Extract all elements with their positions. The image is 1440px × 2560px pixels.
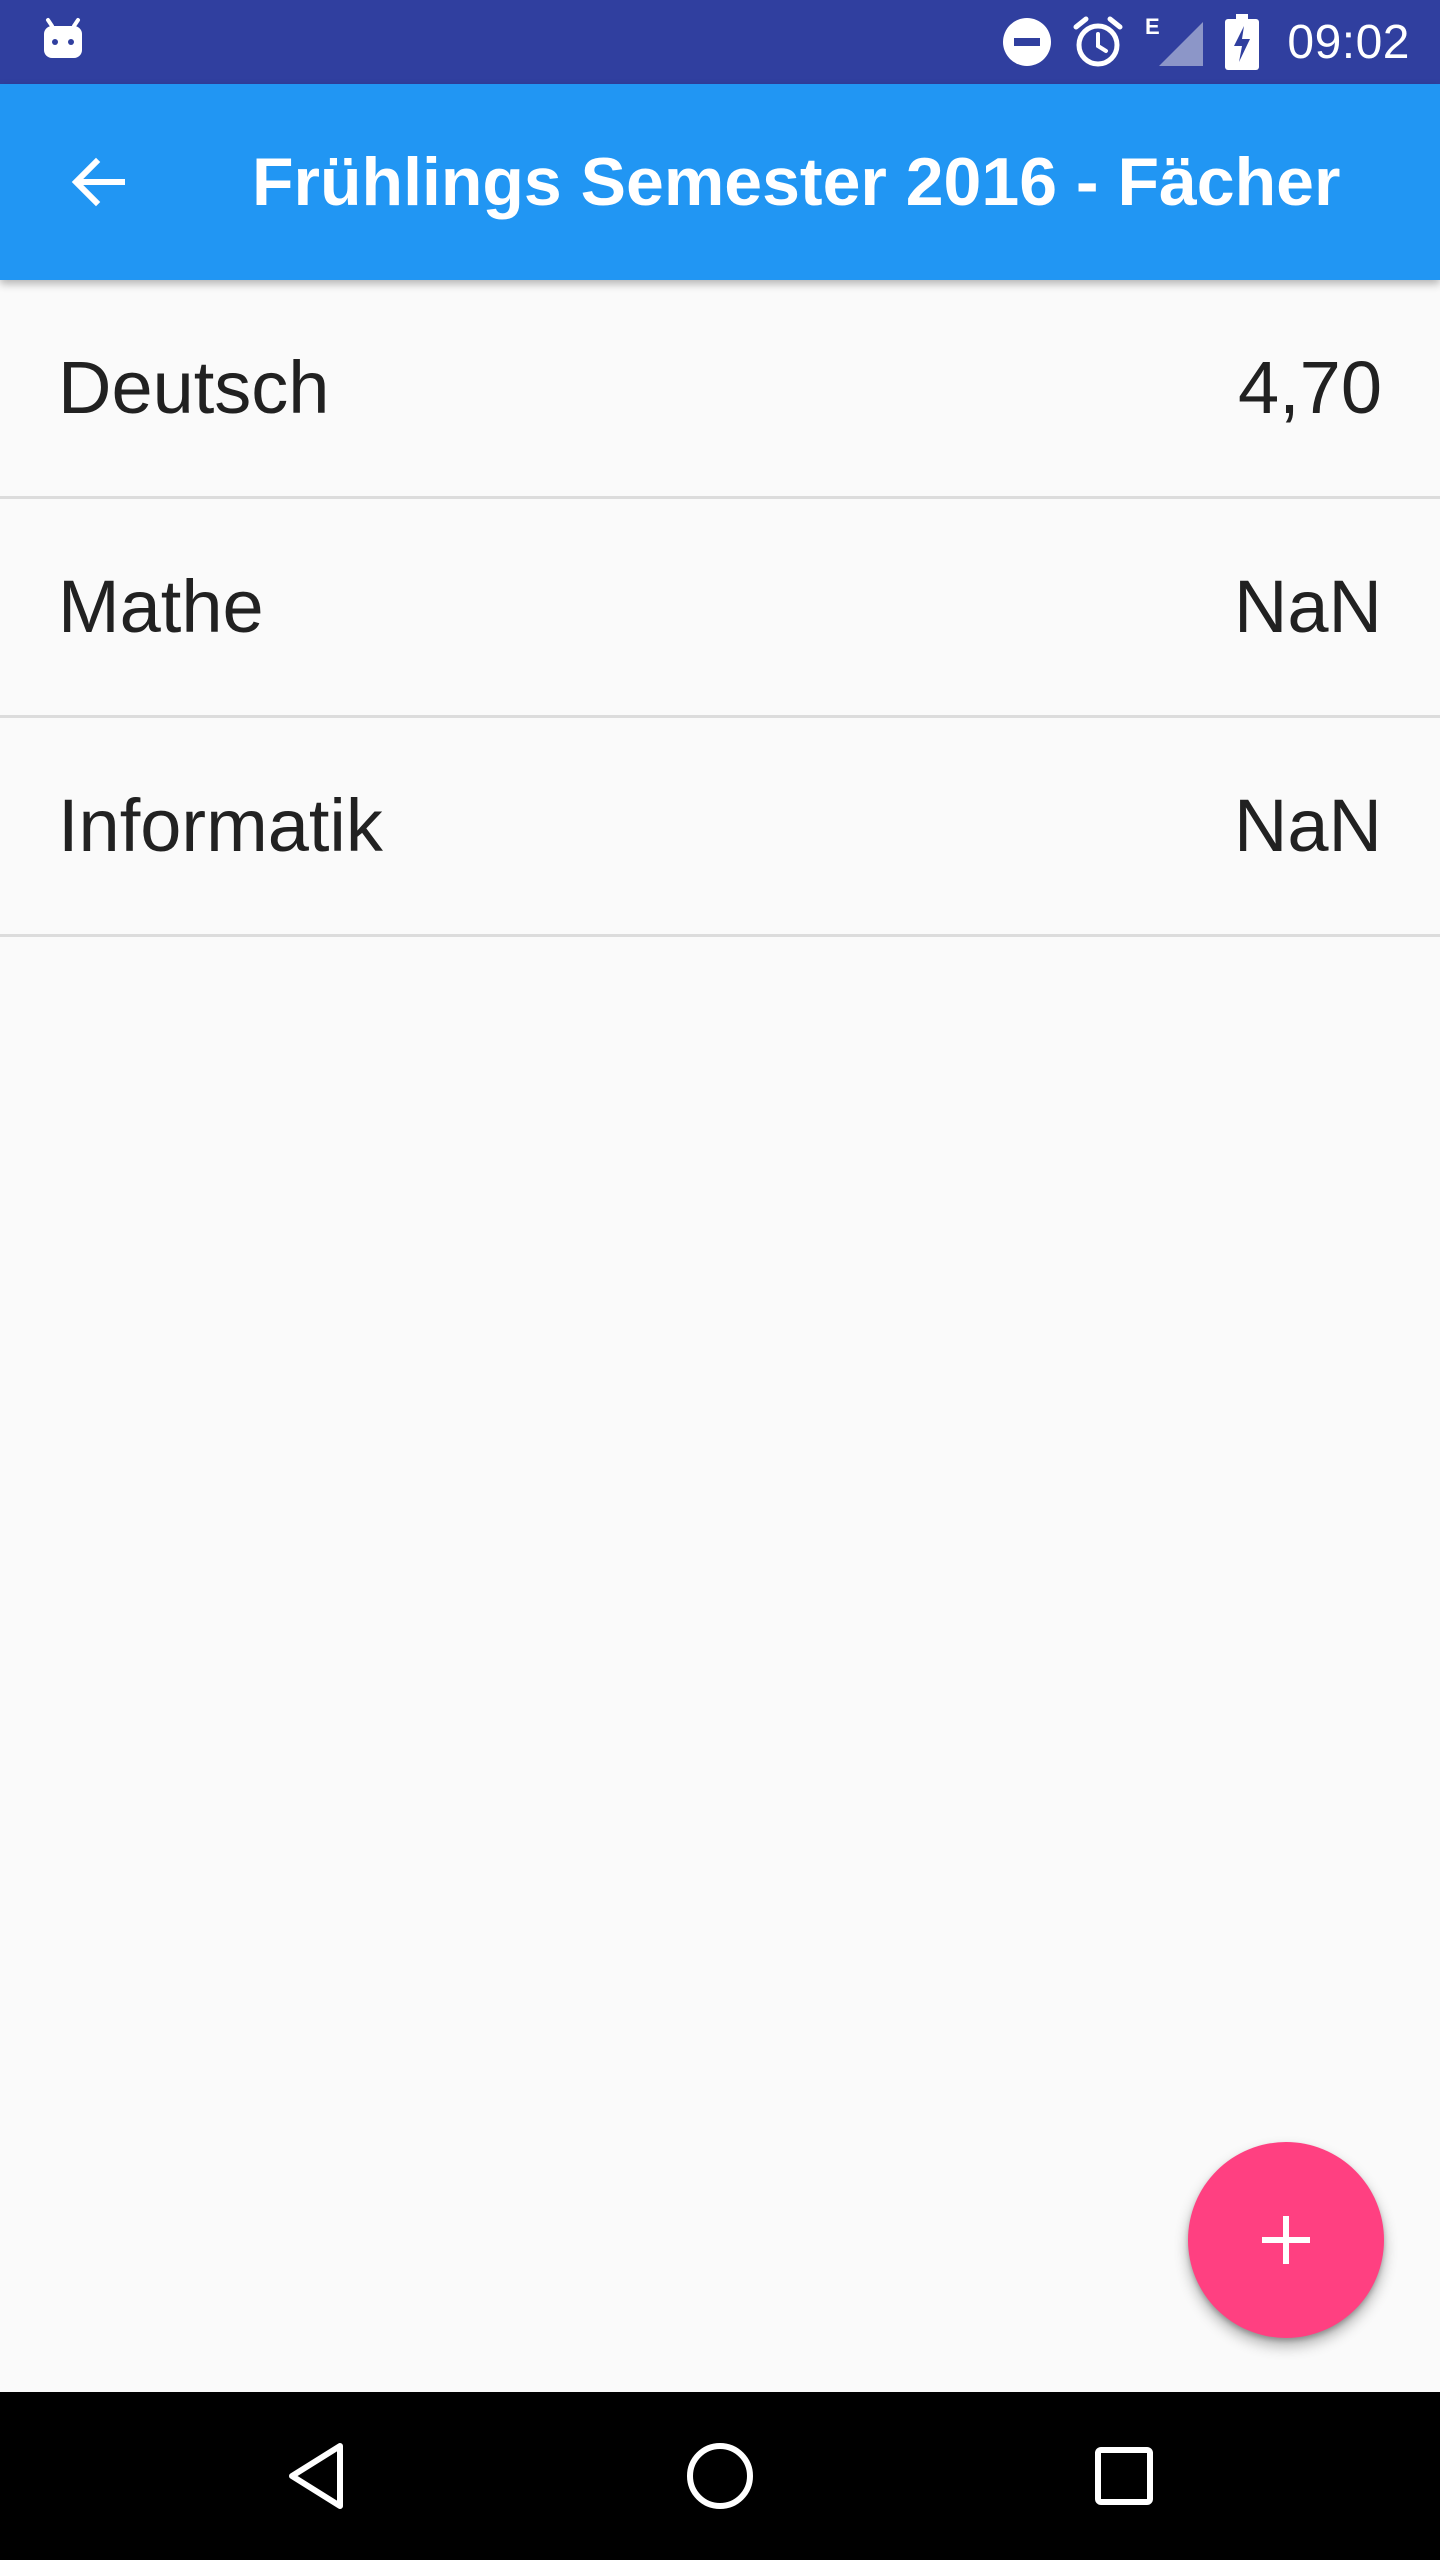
android-debug-icon — [42, 16, 84, 60]
signal-icon: E — [1143, 14, 1207, 70]
app-bar: Frühlings Semester 2016 - Fächer — [0, 84, 1440, 280]
list-item-mathe[interactable]: Mathe NaN — [0, 499, 1440, 718]
list-item-deutsch[interactable]: Deutsch 4,70 — [0, 280, 1440, 499]
alarm-icon — [1071, 15, 1125, 69]
page-title: Frühlings Semester 2016 - Fächer — [252, 144, 1341, 220]
status-bar: E 09:02 — [0, 0, 1440, 84]
status-time: 09:02 — [1287, 15, 1410, 69]
nav-back-button[interactable] — [232, 2392, 400, 2560]
do-not-disturb-icon — [1001, 16, 1053, 68]
subject-grade: NaN — [1233, 784, 1382, 867]
battery-charging-icon — [1225, 14, 1260, 70]
subject-grade: 4,70 — [1237, 346, 1382, 429]
nav-recents-icon — [1095, 2447, 1153, 2505]
subject-list: Deutsch 4,70 Mathe NaN Informatik NaN — [0, 280, 1440, 937]
nav-back-icon — [289, 2443, 343, 2509]
subject-name: Mathe — [58, 565, 264, 648]
nav-recents-button[interactable] — [1040, 2392, 1208, 2560]
nav-home-icon — [687, 2443, 753, 2509]
subject-name: Informatik — [58, 784, 383, 867]
subject-grade: NaN — [1233, 565, 1382, 648]
back-button[interactable] — [50, 134, 146, 230]
navigation-bar — [0, 2392, 1440, 2560]
network-type-label: E — [1145, 14, 1160, 39]
nav-home-button[interactable] — [636, 2392, 804, 2560]
add-subject-button[interactable] — [1188, 2142, 1384, 2338]
subject-name: Deutsch — [58, 346, 330, 429]
list-item-informatik[interactable]: Informatik NaN — [0, 718, 1440, 937]
arrow-back-icon — [71, 157, 125, 207]
app-screen: E 09:02 Frühlings Semester 2016 - Fächer — [0, 0, 1440, 2560]
add-icon — [1262, 2216, 1310, 2264]
